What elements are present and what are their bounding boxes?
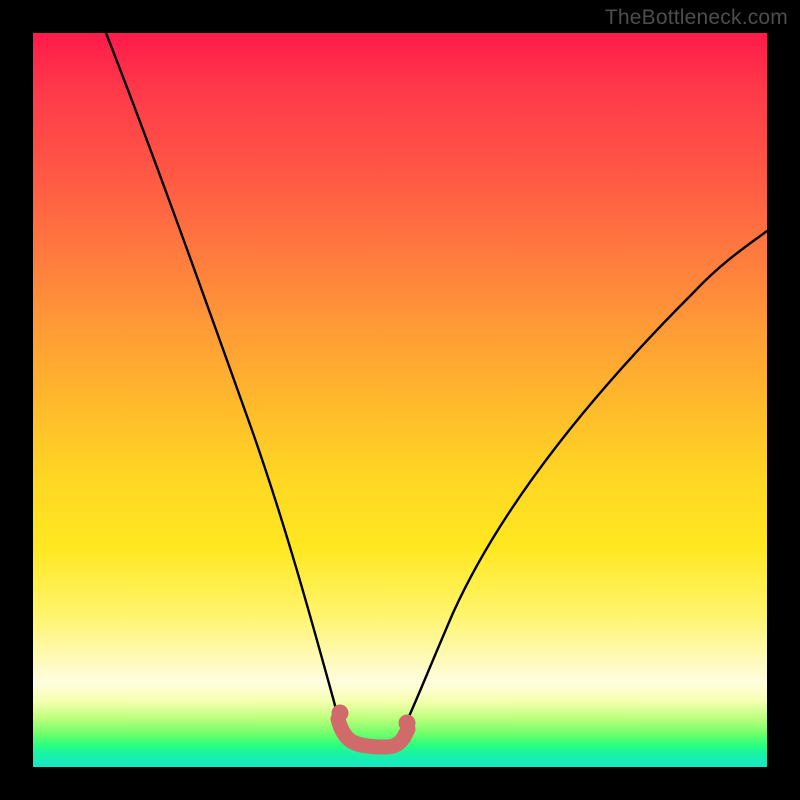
bottom-marker-left-lobe (332, 705, 349, 722)
plot-area (33, 33, 767, 767)
curve-left-branch (106, 33, 340, 725)
watermark-text: TheBottleneck.com (605, 6, 788, 30)
bottom-marker-path (338, 719, 408, 747)
chart-frame: TheBottleneck.com (0, 0, 800, 800)
bottom-marker-right-lobe (399, 715, 416, 732)
chart-svg (33, 33, 767, 767)
curve-right-branch (405, 231, 767, 725)
